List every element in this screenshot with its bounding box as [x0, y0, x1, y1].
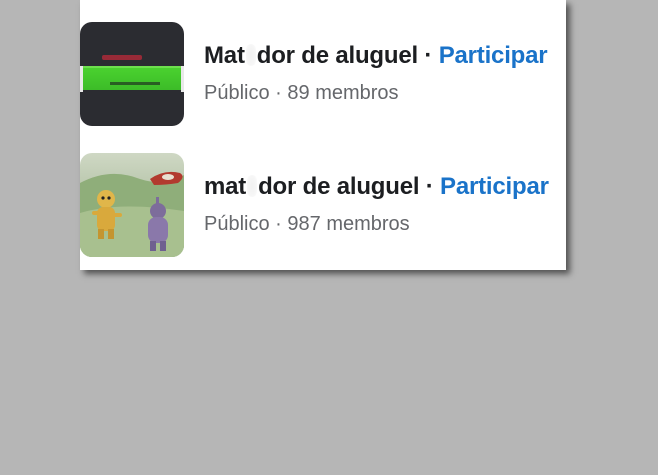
thumbnail-caption-mark: [102, 55, 142, 60]
title-separator: ·: [425, 173, 434, 200]
meta-separator: ·: [275, 82, 282, 104]
group-name-end: dor de aluguel: [256, 42, 418, 69]
group-name-end: dor de aluguel: [258, 173, 420, 200]
group-visibility: Público: [204, 213, 270, 235]
group-member-count: 987 membros: [287, 213, 410, 235]
group-thumbnail[interactable]: [80, 153, 184, 257]
cartoon-scene-image: [80, 171, 184, 257]
thumbnail-green-band: [80, 68, 184, 90]
group-name-start: mat: [204, 173, 247, 200]
join-group-link[interactable]: Participar: [440, 173, 549, 200]
group-meta: Público · 89 membros: [204, 82, 399, 105]
thumbnail-dark-stroke: [110, 82, 160, 85]
group-meta: Público · 987 membros: [204, 213, 410, 236]
thumbnail-edge-right: [181, 66, 184, 92]
meta-separator: ·: [275, 213, 282, 235]
group-visibility: Público: [204, 82, 270, 104]
title-separator: ·: [424, 42, 433, 69]
censor-blur: [247, 175, 258, 197]
search-results-card: Mat dor de aluguel · Participar Público ·…: [80, 0, 566, 270]
group-title[interactable]: mat dor de aluguel · Participar: [204, 173, 549, 201]
group-result-row[interactable]: mat dor de aluguel · Participar Público ·…: [80, 153, 566, 257]
group-result-row[interactable]: Mat dor de aluguel · Participar Público ·…: [80, 22, 566, 126]
censor-blur: [245, 44, 256, 66]
group-member-count: 89 membros: [287, 82, 399, 104]
join-group-link[interactable]: Participar: [439, 42, 548, 69]
group-thumbnail[interactable]: [80, 22, 184, 126]
group-title[interactable]: Mat dor de aluguel · Participar: [204, 42, 548, 70]
thumbnail-edge-left: [80, 66, 83, 92]
group-name-start: Mat: [204, 42, 245, 69]
